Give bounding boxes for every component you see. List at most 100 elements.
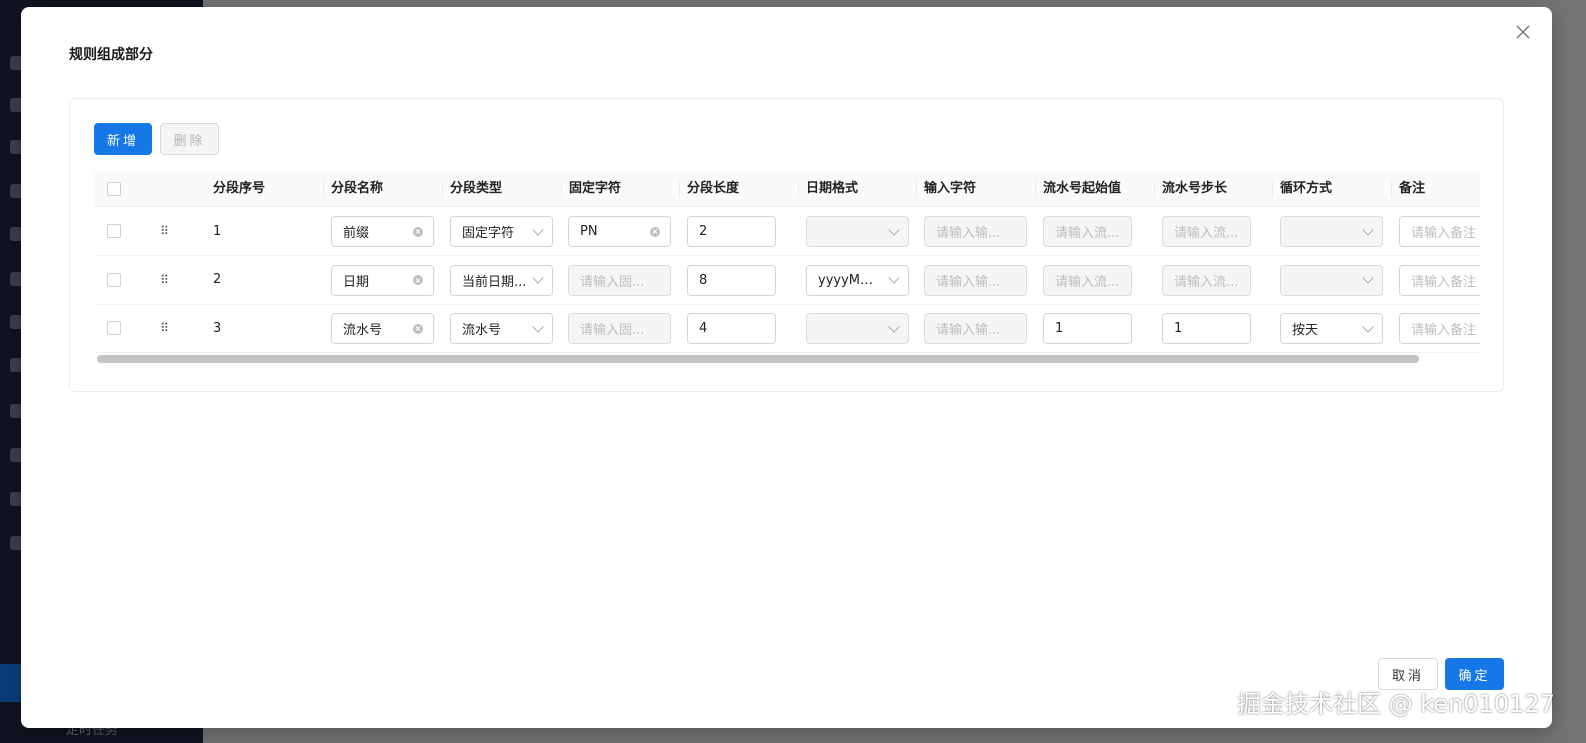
date-format-select — [806, 313, 909, 344]
horizontal-scrollbar[interactable] — [94, 355, 1480, 364]
segment-name-select-value: 前缀 — [343, 226, 370, 241]
column-header: 输入字符 — [924, 181, 977, 196]
dialog-title: 规则组成部分 — [69, 47, 153, 63]
segment-length-input[interactable]: 8 — [687, 264, 776, 296]
clear-circle-icon[interactable] — [650, 226, 660, 237]
chevron-down-icon — [532, 320, 544, 333]
table-row: ⠿ 3 流水号 流水号 请输入固... 4 请输入输... 1 1 按天 请输入备注 — [94, 304, 1480, 353]
serial-start-input: 请输入流... — [1043, 264, 1132, 296]
row-select[interactable] — [94, 304, 134, 352]
fixed-char-input: 请输入固... — [568, 313, 671, 344]
chevron-down-icon — [888, 223, 900, 236]
add-button[interactable]: 新增 — [94, 123, 152, 155]
fixed-char-input: 请输入固... — [568, 264, 671, 296]
segment-type-select-value: 当前日期... — [462, 274, 527, 290]
serial-step-input: 请输入流... — [1162, 216, 1251, 247]
segment-length-input-value: 4 — [699, 321, 708, 336]
chevron-down-icon — [888, 272, 900, 284]
input-char-input-value: 请输入输... — [936, 274, 1001, 290]
cycle-mode-select — [1280, 264, 1383, 296]
scrollbar-thumb[interactable] — [97, 355, 1419, 363]
remark-input-value: 请输入备注 — [1411, 323, 1477, 338]
drag-handle-icon[interactable]: ⠿ — [160, 322, 169, 334]
clear-circle-icon[interactable] — [413, 226, 423, 237]
segment-length-input-value: 2 — [699, 224, 708, 239]
chevron-down-icon — [532, 272, 544, 284]
row-select[interactable] — [94, 207, 134, 255]
column-header: 分段序号 — [213, 181, 266, 196]
column-header: 流水号步长 — [1162, 181, 1228, 196]
column-header: 日期格式 — [806, 181, 859, 196]
clear-circle-icon[interactable] — [413, 323, 423, 334]
header-select-all[interactable] — [94, 171, 134, 206]
drag-handle[interactable]: ⠿ — [134, 256, 194, 304]
column-header: 分段名称 — [331, 181, 384, 196]
serial-step-input-value: 请输入流... — [1174, 226, 1239, 241]
watermark: 掘金技术社区 @ ken010127 — [1237, 690, 1555, 718]
serial-step-input[interactable]: 1 — [1162, 313, 1251, 344]
drag-handle-icon[interactable]: ⠿ — [160, 274, 169, 286]
cycle-mode-select — [1280, 216, 1383, 247]
drag-handle[interactable]: ⠿ — [134, 304, 194, 352]
drag-handle-icon[interactable]: ⠿ — [160, 225, 169, 237]
fixed-char-input-value: PN — [580, 224, 598, 239]
chevron-down-icon — [888, 320, 900, 333]
serial-start-input[interactable]: 1 — [1043, 313, 1132, 344]
row-checkbox[interactable] — [107, 321, 121, 335]
serial-start-input-value: 请输入流... — [1055, 274, 1120, 290]
table-row: ⠿ 1 前缀 固定字符 PN 2 请输入输... 请输入流... 请输入流... 请输入备注 — [94, 207, 1480, 256]
row-checkbox[interactable] — [107, 272, 121, 287]
fixed-char-input[interactable]: PN — [568, 216, 671, 247]
remark-input-value: 请输入备注 — [1411, 274, 1477, 290]
segment-type-select[interactable]: 当前日期... — [450, 264, 553, 296]
serial-step-input-value: 1 — [1174, 321, 1183, 336]
close-icon — [1516, 25, 1530, 39]
input-char-input: 请输入输... — [924, 216, 1027, 247]
segment-type-select-value: 流水号 — [462, 323, 502, 338]
input-char-input-value: 请输入输... — [936, 323, 1001, 338]
segment-name-select[interactable]: 流水号 — [331, 313, 434, 344]
remark-input-value: 请输入备注 — [1411, 226, 1477, 241]
segment-seq: 3 — [213, 320, 222, 336]
rule-components-dialog: 规则组成部分 新增 删除 分段序号 分段名称 分段类型 固定字符 分段长度 日期… — [21, 7, 1552, 728]
segment-type-select[interactable]: 固定字符 — [450, 216, 553, 247]
drag-handle[interactable]: ⠿ — [134, 207, 194, 255]
date-format-select[interactable]: yyyyMMdd — [806, 264, 909, 296]
segment-name-select-value: 日期 — [343, 274, 370, 290]
date-format-select — [806, 216, 909, 247]
column-header: 固定字符 — [569, 181, 622, 196]
chevron-down-icon — [532, 223, 544, 236]
components-table: 分段序号 分段名称 分段类型 固定字符 分段长度 日期格式 输入字符 流水号起始… — [94, 171, 1480, 353]
remark-input[interactable]: 请输入备注 — [1399, 264, 1480, 296]
cycle-mode-select[interactable]: 按天 — [1280, 313, 1383, 344]
fixed-char-input-value: 请输入固... — [580, 274, 645, 290]
remark-input[interactable]: 请输入备注 — [1399, 216, 1480, 247]
column-header: 流水号起始值 — [1043, 181, 1122, 196]
segment-length-input[interactable]: 4 — [687, 313, 776, 344]
remark-input[interactable]: 请输入备注 — [1399, 313, 1480, 344]
chevron-down-icon — [1362, 272, 1374, 284]
segment-length-input-value: 8 — [699, 272, 708, 288]
components-card: 新增 删除 分段序号 分段名称 分段类型 固定字符 分段长度 日期格式 输入字符 — [69, 98, 1504, 392]
table-row: ⠿ 2 日期 当前日期... 请输入固... 8 yyyyMMdd 请输入输... 请输入流..… — [94, 256, 1480, 305]
serial-step-input: 请输入流... — [1162, 264, 1251, 296]
row-checkbox[interactable] — [107, 224, 121, 238]
segment-length-input[interactable]: 2 — [687, 216, 776, 247]
segment-seq: 2 — [213, 272, 222, 287]
segment-type-select[interactable]: 流水号 — [450, 313, 553, 344]
column-header: 备注 — [1399, 181, 1426, 196]
fixed-char-input-value: 请输入固... — [580, 323, 645, 338]
serial-start-input-value: 请输入流... — [1055, 226, 1120, 241]
delete-button[interactable]: 删除 — [160, 123, 219, 155]
clear-circle-icon[interactable] — [413, 275, 423, 285]
segment-name-select[interactable]: 前缀 — [331, 216, 434, 247]
segment-name-select[interactable]: 日期 — [331, 264, 434, 296]
column-header: 分段长度 — [687, 181, 740, 196]
row-select[interactable] — [94, 256, 134, 304]
serial-start-input: 请输入流... — [1043, 216, 1132, 247]
cycle-mode-select-value: 按天 — [1292, 323, 1319, 338]
close-button[interactable] — [1516, 25, 1532, 41]
input-char-input-value: 请输入输... — [936, 226, 1001, 241]
input-char-input: 请输入输... — [924, 313, 1027, 344]
select-all-checkbox[interactable] — [107, 181, 121, 196]
